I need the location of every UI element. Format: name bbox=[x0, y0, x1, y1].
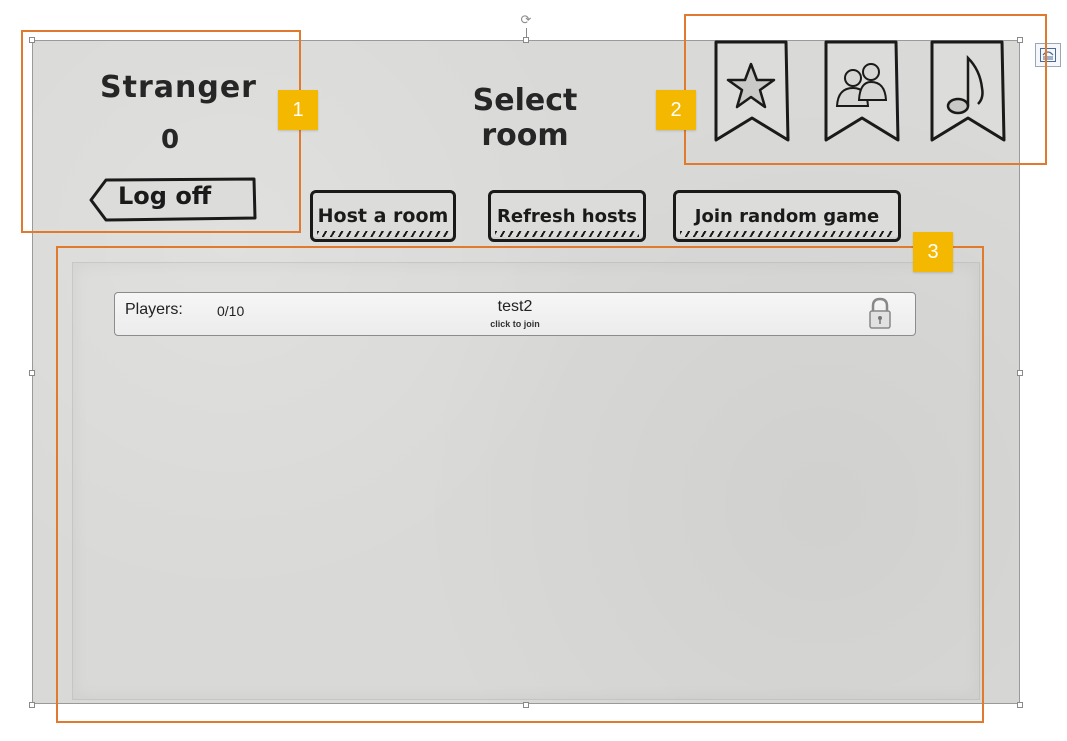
callout-badge: 2 bbox=[656, 90, 696, 130]
resize-handle[interactable] bbox=[1017, 370, 1023, 376]
resize-handle[interactable] bbox=[1017, 702, 1023, 708]
join-random-label: Join random game bbox=[694, 205, 880, 227]
button-hatch bbox=[317, 231, 449, 237]
button-hatch bbox=[680, 231, 894, 237]
callout-box-banners bbox=[684, 14, 1047, 165]
callout-badge: 1 bbox=[278, 90, 318, 130]
resize-handle[interactable] bbox=[29, 702, 35, 708]
button-hatch bbox=[495, 231, 639, 237]
host-room-button[interactable]: Host a room bbox=[310, 190, 456, 242]
rotate-icon[interactable]: ⟳ bbox=[519, 14, 533, 28]
callout-badge: 3 bbox=[913, 232, 953, 272]
refresh-hosts-label: Refresh hosts bbox=[497, 205, 637, 227]
page-title: Select room bbox=[472, 83, 578, 153]
resize-handle[interactable] bbox=[29, 370, 35, 376]
callout-box-user bbox=[21, 30, 301, 233]
resize-handle[interactable] bbox=[523, 37, 529, 43]
refresh-hosts-button[interactable]: Refresh hosts bbox=[488, 190, 646, 242]
host-room-label: Host a room bbox=[317, 205, 449, 227]
callout-box-room-list bbox=[56, 246, 984, 723]
join-random-button[interactable]: Join random game bbox=[673, 190, 901, 242]
